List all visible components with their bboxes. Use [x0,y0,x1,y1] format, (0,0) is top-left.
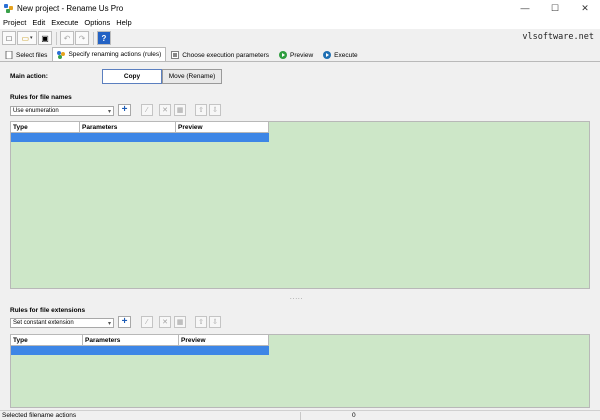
main-action-toggle: Copy Move (Rename) [102,69,222,84]
menu-options[interactable]: Options [81,18,113,27]
brand-label: vlsoftware.net [522,32,594,42]
names-grid-header: Type Parameters Preview [11,122,269,133]
table-row[interactable] [11,346,269,355]
undo-icon[interactable]: ↶ [60,31,74,45]
menu-project[interactable]: Project [0,18,29,27]
table-row[interactable] [11,133,269,142]
tab-execution-params[interactable]: Choose execution parameters [166,48,274,61]
clear-name-rules-button[interactable]: ▦ [174,104,186,116]
window-title: New project - Rename Us Pro [17,3,124,13]
tab-execute[interactable]: Execute [318,48,363,61]
column-header-type[interactable]: Type [11,335,83,345]
app-logo-icon [4,3,13,13]
move-up-name-rule-button[interactable]: ⇧ [195,104,207,116]
menu-help[interactable]: Help [113,18,134,27]
extensions-rules-grid[interactable]: Type Parameters Preview [10,334,590,408]
rules-icon [57,50,66,59]
status-label: Selected filename actions [2,412,77,419]
edit-name-rule-button[interactable]: ⁄ [141,104,153,116]
delete-extension-rule-button[interactable]: ✕ [159,316,171,328]
extensions-grid-header: Type Parameters Preview [11,335,269,346]
extensions-section-title: Rules for file extensions [10,307,86,314]
open-icon[interactable]: ▭ ▾ [17,31,37,45]
menu-edit[interactable]: Edit [29,18,48,27]
copy-button[interactable]: Copy [102,69,162,84]
names-rules-grid[interactable]: Type Parameters Preview [10,121,590,289]
close-button[interactable]: ✕ [570,0,600,16]
column-header-preview[interactable]: Preview [176,122,269,132]
execute-icon [323,51,332,59]
names-section-title: Rules for file names [10,94,72,101]
column-header-type[interactable]: Type [11,122,80,132]
move-up-extension-rule-button[interactable]: ⇧ [195,316,207,328]
toolbar: □ ▭ ▾ ▣ ↶ ↷ ? vlsoftware.net [0,29,600,47]
maximize-button[interactable]: ☐ [540,0,570,16]
title-bar: New project - Rename Us Pro — ☐ ✕ [0,0,600,16]
add-name-rule-button[interactable]: + [118,104,131,116]
extensions-rule-select[interactable]: Set constant extension ▾ [10,318,114,328]
names-rule-select[interactable]: Use enumeration ▾ [10,106,114,116]
move-down-name-rule-button[interactable]: ⇩ [209,104,221,116]
column-header-parameters[interactable]: Parameters [80,122,176,132]
status-bar: Selected filename actions 0 [0,410,600,420]
splitter-handle[interactable]: ..... [290,295,303,301]
menu-bar: Project Edit Execute Options Help [0,16,600,29]
delete-name-rule-button[interactable]: ✕ [159,104,171,116]
main-action-label: Main action: [10,73,48,80]
clear-extension-rules-button[interactable]: ▦ [174,316,186,328]
move-rename-button[interactable]: Move (Rename) [162,69,222,84]
tab-select-files[interactable]: Select files [0,48,52,61]
menu-execute[interactable]: Execute [48,18,81,27]
move-down-extension-rule-button[interactable]: ⇩ [209,316,221,328]
add-extension-rule-button[interactable]: + [118,316,131,328]
redo-icon[interactable]: ↷ [75,31,89,45]
tab-preview[interactable]: Preview [274,48,318,61]
save-icon[interactable]: ▣ [38,31,52,45]
help-icon[interactable]: ? [97,31,111,45]
wizard-tabs: Select files Specify renaming actions (r… [0,47,600,62]
tab-specify-rules[interactable]: Specify renaming actions (rules) [52,47,167,61]
edit-extension-rule-button[interactable]: ⁄ [141,316,153,328]
status-separator [300,412,301,420]
status-count: 0 [352,412,356,419]
chevron-down-icon: ▾ [107,109,111,115]
preview-icon [279,51,288,59]
new-icon[interactable]: □ [2,31,16,45]
toolbar-separator [56,31,57,45]
params-icon [171,51,180,59]
files-icon [5,50,13,60]
chevron-down-icon: ▾ [107,321,111,327]
rules-panel: Main action: Copy Move (Rename) Rules fo… [0,62,600,410]
minimize-button[interactable]: — [510,0,540,16]
column-header-parameters[interactable]: Parameters [83,335,179,345]
column-header-preview[interactable]: Preview [179,335,269,345]
toolbar-separator [93,31,94,45]
